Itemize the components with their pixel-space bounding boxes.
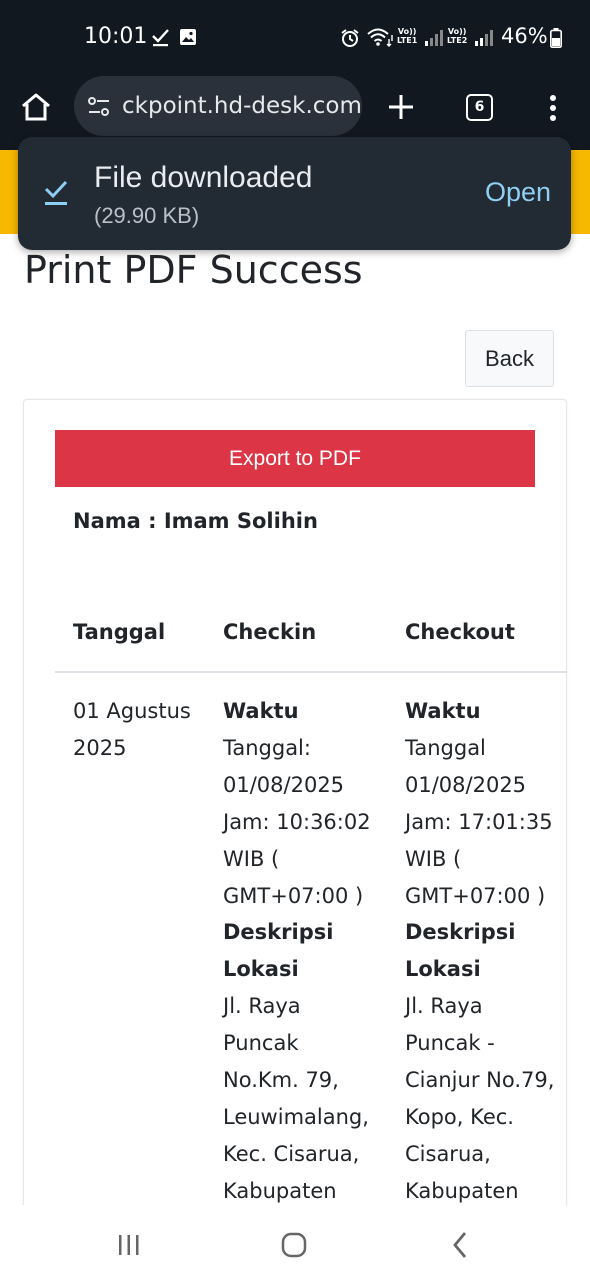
back-button[interactable]: Back — [465, 330, 554, 387]
checkin-lokasi-label: Lokasi — [223, 957, 299, 982]
checkin-line: Puncak — [223, 1031, 299, 1056]
alarm-icon — [340, 28, 360, 52]
checkin-line: WIB ( — [223, 846, 280, 871]
lte2-label: Vo)) LTE2 — [447, 27, 468, 45]
more-vert-icon[interactable] — [549, 94, 557, 126]
toast-title: File downloaded — [94, 161, 313, 194]
checkout-line: Puncak - — [405, 1031, 495, 1056]
checkin-line: Tanggal: — [223, 735, 311, 760]
checkout-line: WIB ( — [405, 846, 462, 871]
checkin-line: GMT+07:00 ) — [223, 883, 364, 908]
open-download-button[interactable]: Open — [485, 177, 551, 208]
checkout-line: Kopo, Kec. — [405, 1104, 514, 1129]
tanggal-line: 01 Agustus — [73, 699, 191, 723]
signal2-icon — [474, 29, 494, 51]
download-check-icon — [44, 179, 68, 211]
checkout-waktu-label: Waktu — [405, 699, 481, 723]
checkin-line: Leuwimalang, — [223, 1104, 369, 1129]
checkout-line: Jl. Raya — [405, 994, 483, 1019]
address-bar[interactable]: ckpoint.hd-desk.com — [74, 76, 362, 136]
table-header-divider — [55, 671, 567, 673]
screen: 10:01 Vo)) LTE1 Vo)) LTE2 46% ckpoint.hd… — [0, 0, 590, 1280]
checkin-line: Kec. Cisarua, — [223, 1141, 360, 1166]
cell-checkin: Waktu Tanggal: 01/08/2025 Jam: 10:36:02 … — [223, 693, 371, 1210]
page-title: Print PDF Success — [24, 248, 363, 292]
header-checkout: Checkout — [405, 620, 515, 644]
site-settings-icon[interactable] — [87, 96, 111, 122]
checkout-lokasi-label: Lokasi — [405, 957, 481, 982]
image-icon — [179, 28, 197, 50]
status-bar: 10:01 Vo)) LTE1 Vo)) LTE2 46% — [0, 0, 590, 74]
home-icon[interactable] — [20, 92, 52, 126]
back-nav-icon[interactable] — [451, 1231, 469, 1263]
employee-name: Nama : Imam Solihin — [73, 509, 318, 533]
cell-checkout: Waktu Tanggal 01/08/2025 Jam: 17:01:35 W… — [405, 693, 554, 1210]
battery-percent: 46% — [501, 24, 548, 48]
download-toast: File downloaded (29.90 KB) Open — [18, 137, 571, 250]
checkout-line: Tanggal — [405, 735, 486, 760]
checkin-lokasi-label: Deskripsi — [223, 920, 334, 945]
checkin-waktu-label: Waktu — [223, 699, 299, 723]
url-text: ckpoint.hd-desk.com — [122, 93, 362, 119]
checkin-line: No.Km. 79, — [223, 1068, 339, 1093]
home-nav-icon[interactable] — [281, 1232, 307, 1262]
cell-tanggal: 01 Agustus 2025 — [73, 693, 191, 767]
task-check-icon — [151, 27, 171, 51]
checkout-line: Cisarua, — [405, 1141, 491, 1166]
system-nav-bar — [0, 1205, 590, 1280]
header-checkin: Checkin — [223, 620, 317, 644]
checkin-line: Jam: 10:36:02 — [223, 809, 371, 834]
toast-file-size: (29.90 KB) — [94, 203, 200, 228]
wifi-icon — [366, 27, 394, 51]
checkout-line: Cianjur No.79, — [405, 1068, 555, 1093]
signal1-icon — [424, 29, 444, 51]
tab-switcher-button[interactable]: 6 — [466, 94, 493, 121]
checkin-line: Jl. Raya — [223, 994, 301, 1019]
export-pdf-button[interactable]: Export to PDF — [55, 430, 535, 487]
status-time: 10:01 — [84, 24, 148, 49]
battery-icon — [550, 28, 562, 52]
checkout-line: 01/08/2025 — [405, 772, 527, 797]
recents-icon[interactable] — [117, 1233, 141, 1261]
plus-icon[interactable] — [387, 93, 415, 125]
checkout-line: Jam: 17:01:35 — [405, 809, 553, 834]
header-tanggal: Tanggal — [73, 620, 166, 644]
tanggal-line: 2025 — [73, 735, 127, 760]
lte1-label: Vo)) LTE1 — [397, 27, 418, 45]
checkout-lokasi-label: Deskripsi — [405, 920, 516, 945]
checkout-line: GMT+07:00 ) — [405, 883, 546, 908]
checkin-line: 01/08/2025 — [223, 772, 345, 797]
